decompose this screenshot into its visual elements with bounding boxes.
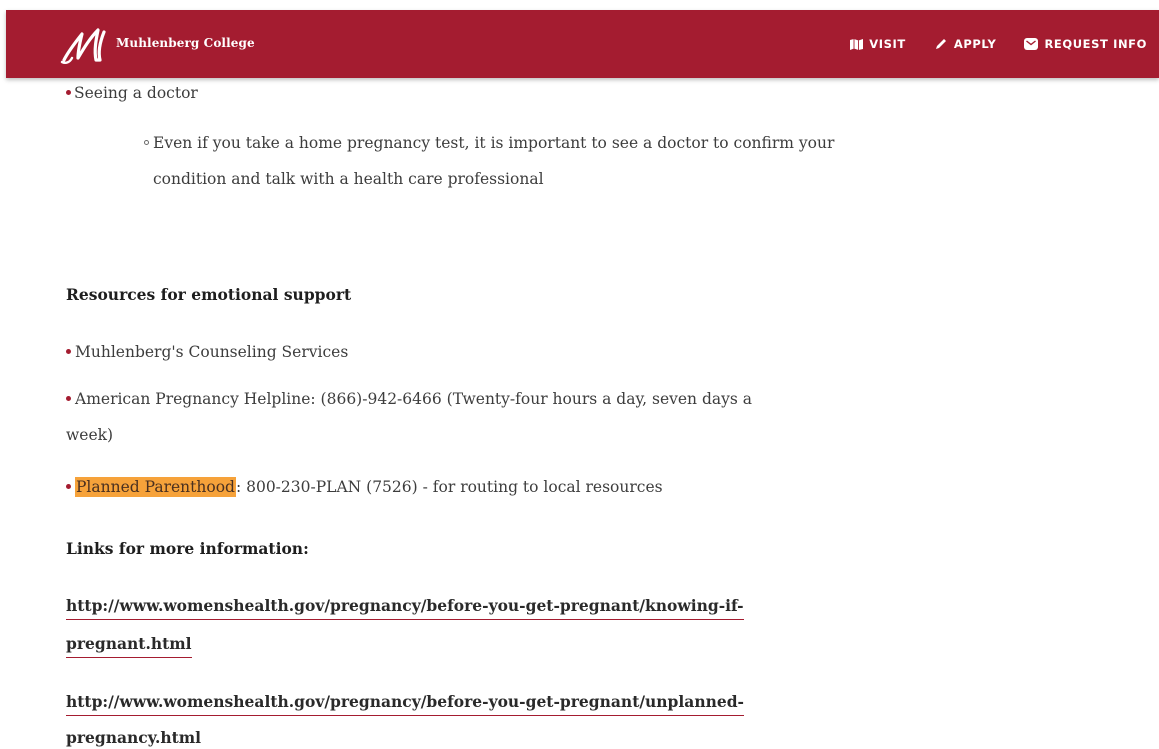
map-icon [849,38,863,50]
nav-visit[interactable]: VISIT [849,37,906,51]
nav-visit-label: VISIT [869,37,906,51]
womenshealth-knowing-link[interactable]: http://www.womenshealth.gov/pregnancy/be… [66,596,744,620]
list-item-text: Muhlenberg's Counseling Services [75,343,349,361]
brand-name[interactable]: Muhlenberg College [116,36,255,50]
nav-request-info[interactable]: REQUEST INFO [1024,37,1147,51]
list-item-text: Even if you take a home pregnancy test, … [153,134,835,152]
list-item-text: Seeing a doctor [74,84,198,102]
header-nav: VISIT APPLY REQUEST INFO [849,10,1159,78]
links-heading: Links for more information: [66,539,309,558]
list-item-text-continued: condition and talk with a health care pr… [153,170,544,188]
planned-parenthood-details: : 800-230-PLAN (7526) - for routing to l… [235,478,663,496]
bullet-dot [66,349,71,354]
planned-parenthood-link[interactable]: Planned Parenthood [75,477,236,497]
bullet-dot [66,484,71,489]
womenshealth-unplanned-link[interactable]: http://www.womenshealth.gov/pregnancy/be… [66,692,744,716]
list-item-text-continued: week) [66,426,114,444]
nav-request-info-label: REQUEST INFO [1044,37,1147,51]
site-header: Muhlenberg College VISIT APPLY REQUEST I… [6,10,1159,78]
womenshealth-knowing-link-continued[interactable]: pregnant.html [66,634,192,658]
list-item-text: American Pregnancy Helpline: (866)-942-6… [75,390,753,408]
muhlenberg-logo-icon[interactable] [60,22,112,68]
bullet-ring [144,140,149,145]
envelope-icon [1024,38,1039,50]
nav-apply[interactable]: APPLY [934,37,997,51]
bullet-dot [66,90,71,95]
pencil-icon [934,38,948,50]
womenshealth-unplanned-link-continued[interactable]: pregnancy.html [66,728,202,749]
page-content: Seeing a doctor Even if you take a home … [0,0,1159,749]
bullet-dot [66,396,71,401]
section-heading: Resources for emotional support [66,285,352,304]
nav-apply-label: APPLY [953,37,997,51]
